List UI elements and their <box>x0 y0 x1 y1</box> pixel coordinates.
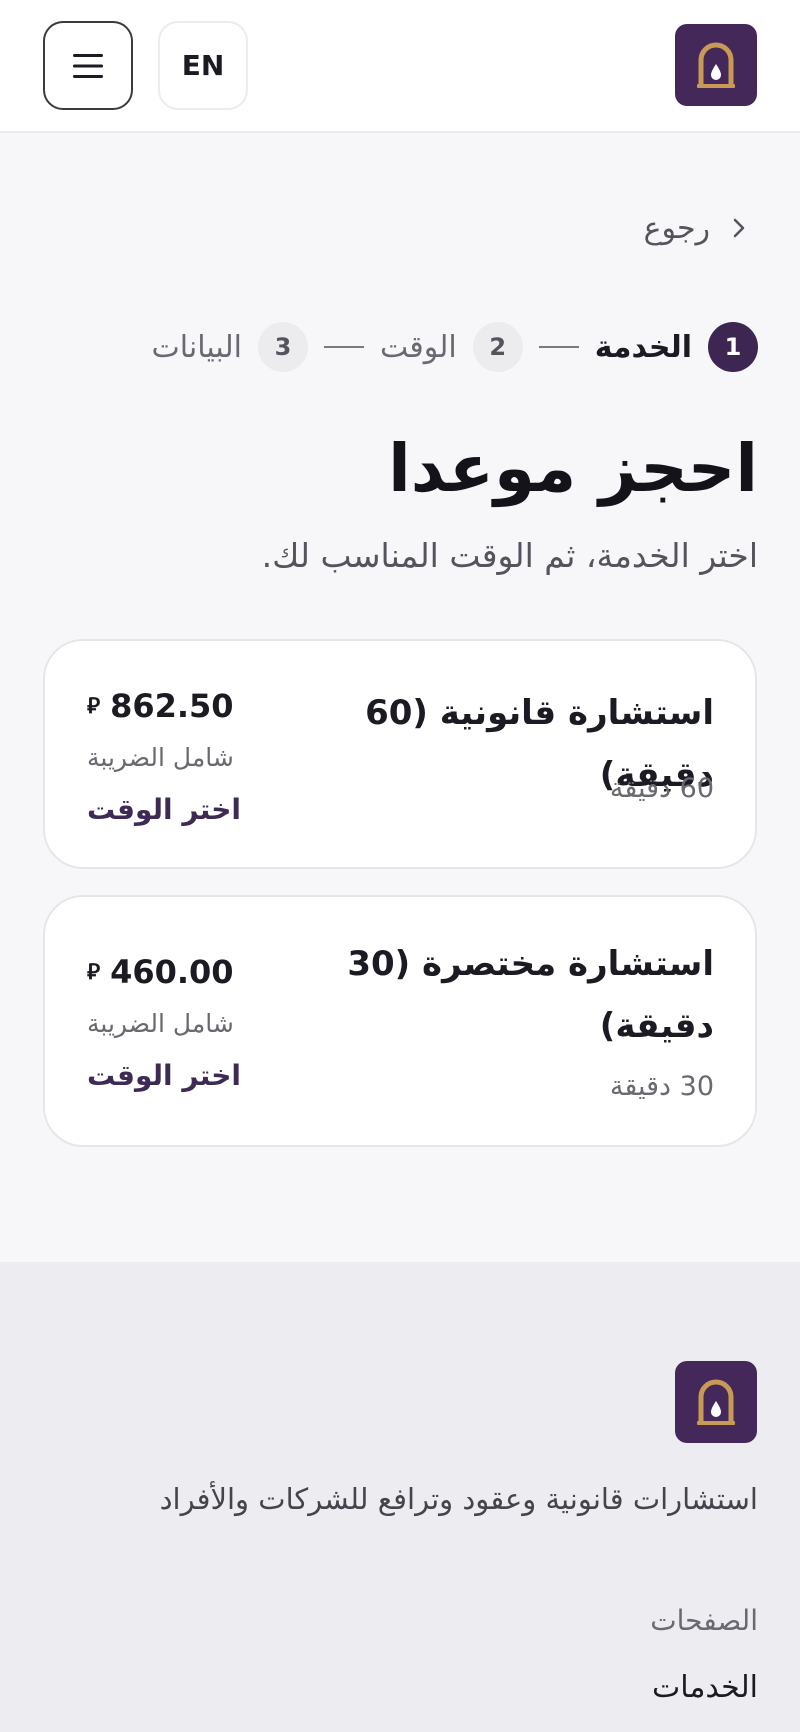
riyal-currency-icon: ⃁ <box>87 694 101 719</box>
tax-note: شامل الضريبة <box>87 743 234 772</box>
page-title: احجز موعدا <box>388 430 758 507</box>
service-duration: 30 دقيقة <box>609 1071 714 1102</box>
footer-link-services[interactable]: الخدمات <box>652 1670 758 1705</box>
choose-time-button[interactable]: اختر الوقت <box>87 1059 241 1092</box>
step-service: 1 الخدمة <box>595 322 758 372</box>
back-link[interactable]: رجوع <box>644 208 750 248</box>
brand-logo[interactable] <box>675 24 757 106</box>
chevron-right-icon <box>733 218 745 238</box>
footer-pages-heading: الصفحات <box>650 1604 758 1637</box>
footer-tagline: استشارات قانونية وعقود وترافع للشركات وا… <box>159 1482 758 1516</box>
step-time: 2 الوقت <box>380 322 523 372</box>
top-header: EN <box>0 0 800 133</box>
service-duration: 60 دقيقة <box>609 773 714 804</box>
step-label: البيانات <box>151 329 242 365</box>
language-toggle-button[interactable]: EN <box>158 21 248 110</box>
service-price: ⃁ 862.50 <box>87 687 234 725</box>
booking-steps: 1 الخدمة 2 الوقت 3 البيانات <box>151 322 758 372</box>
service-title: استشارة مختصرة (30 دقيقة) <box>347 944 714 1046</box>
back-label: رجوع <box>643 210 710 246</box>
price-value: 862.50 <box>110 687 234 725</box>
tax-note: شامل الضريبة <box>87 1009 234 1038</box>
price-value: 460.00 <box>110 953 234 991</box>
step-divider <box>323 346 364 348</box>
hamburger-menu-icon <box>73 53 103 78</box>
step-label: الوقت <box>379 329 457 365</box>
service-card[interactable]: استشارة مختصرة (30 دقيقة) 30 دقيقة ⃁ 460… <box>43 895 757 1147</box>
service-price: ⃁ 460.00 <box>87 953 234 991</box>
step-number: 2 <box>472 322 523 372</box>
menu-button[interactable] <box>43 21 133 110</box>
footer-logo[interactable] <box>675 1361 757 1443</box>
step-details: 3 البيانات <box>151 322 308 372</box>
step-number: 1 <box>708 322 758 372</box>
arch-lantern-logo-icon <box>697 42 735 88</box>
step-number: 3 <box>257 322 308 372</box>
choose-time-button[interactable]: اختر الوقت <box>87 793 241 826</box>
step-label: الخدمة <box>594 329 692 365</box>
page-subtitle: اختر الخدمة، ثم الوقت المناسب لك. <box>261 536 758 575</box>
riyal-currency-icon: ⃁ <box>87 960 101 985</box>
arch-lantern-logo-icon <box>697 1379 735 1425</box>
service-card[interactable]: استشارة قانونية (60 دقيقة) 60 دقيقة ⃁ 86… <box>43 639 757 869</box>
step-divider <box>538 346 579 348</box>
